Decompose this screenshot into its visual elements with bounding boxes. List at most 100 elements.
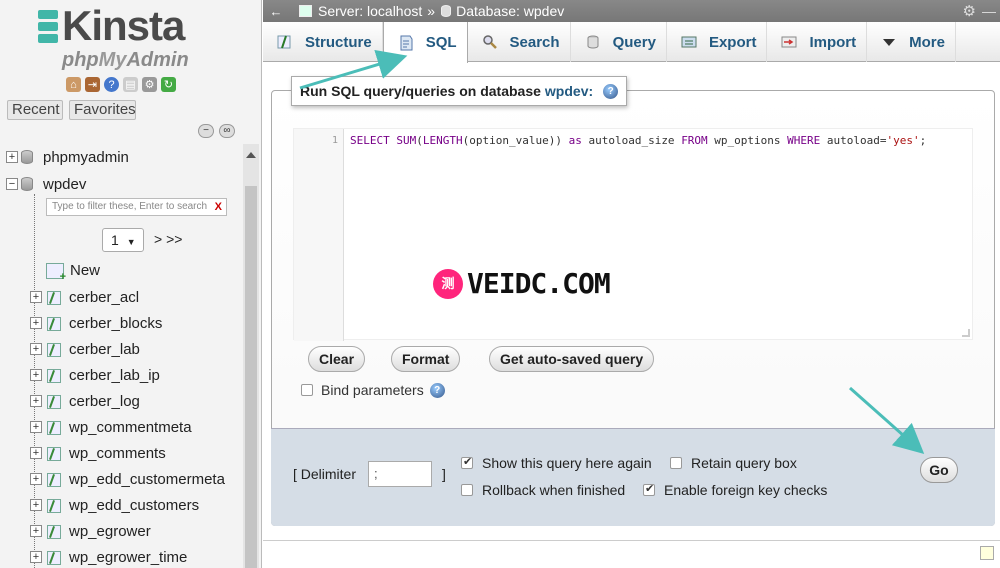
table-item[interactable]: + wp_egrower_time [30, 544, 261, 568]
dropdown-arrow-icon: ▼ [126, 237, 136, 247]
link-icon[interactable]: ∞ [219, 124, 235, 138]
table-item[interactable]: + wp_egrower [30, 518, 261, 544]
db-label: phpmyadmin [43, 148, 129, 166]
reload-icon[interactable]: ↻ [161, 77, 176, 92]
new-label: New [70, 262, 101, 279]
line-number: 1 [332, 135, 339, 146]
expand-icon[interactable]: + [30, 421, 42, 433]
help-icon[interactable]: ? [603, 83, 619, 99]
tab-search[interactable]: Search [468, 22, 571, 62]
home-icon[interactable]: ⌂ [66, 77, 81, 92]
table-item[interactable]: + wp_commentmeta [30, 414, 261, 440]
table-item[interactable]: + cerber_log [30, 388, 261, 414]
retain-query-checkbox[interactable] [670, 457, 682, 469]
legend-text: Run SQL query/queries on database [300, 83, 541, 99]
table-filter-input[interactable]: Type to filter these, Enter to search X [46, 198, 227, 216]
table-icon [45, 445, 63, 461]
get-autosaved-query-button[interactable]: Get auto-saved query [489, 346, 655, 372]
sql-editor[interactable]: 1 SELECT SUM(LENGTH(option_value)) as au… [293, 128, 973, 341]
expand-icon[interactable]: + [30, 291, 42, 303]
expand-icon[interactable]: + [30, 369, 42, 381]
tab-label: More [909, 33, 945, 51]
table-icon [45, 471, 63, 487]
bind-parameters-label: Bind parameters [321, 382, 424, 398]
table-item[interactable]: + wp_edd_customermeta [30, 466, 261, 492]
table-label: wp_edd_customermeta [69, 470, 225, 488]
delimiter-input[interactable]: ; [368, 461, 433, 487]
next-page-link[interactable]: > >> [154, 231, 182, 247]
clear-button[interactable]: Clear [308, 346, 366, 372]
sql-code[interactable]: SELECT SUM(LENGTH(option_value)) as auto… [350, 134, 926, 147]
tab-structure[interactable]: Structure [263, 22, 383, 62]
table-item[interactable]: + wp_edd_customers [30, 492, 261, 518]
format-button[interactable]: Format [391, 346, 461, 372]
page-select[interactable]: 1 ▼ [102, 228, 144, 252]
tab-import[interactable]: Import [767, 22, 868, 62]
legend-db-link[interactable]: wpdev: [545, 77, 593, 105]
clear-filter-icon[interactable]: X [215, 199, 222, 215]
collapse-icon[interactable]: − [6, 178, 18, 190]
table-label: wp_egrower_time [69, 548, 188, 566]
logo-my: My [98, 49, 127, 71]
docs-icon[interactable]: ▤ [123, 77, 138, 92]
expand-icon[interactable]: + [30, 317, 42, 329]
tab-more[interactable]: More [867, 22, 956, 62]
tree-db-phpmyadmin[interactable]: + phpmyadmin [6, 144, 249, 170]
table-label: cerber_lab [69, 340, 140, 358]
breadcrumb-server[interactable]: Server: localhost [318, 1, 422, 22]
table-label: cerber_lab_ip [69, 366, 160, 384]
sidebar-scrollbar[interactable] [243, 144, 259, 568]
resize-grip-icon[interactable] [962, 329, 970, 337]
phpmyadmin-logo[interactable]: phpMyAdmin [62, 49, 189, 72]
expand-icon[interactable]: + [30, 473, 42, 485]
table-label: wp_comments [69, 444, 166, 462]
table-item[interactable]: + cerber_blocks [30, 310, 261, 336]
scroll-up-icon[interactable] [246, 152, 256, 158]
delimiter-label: [ Delimiter [293, 466, 357, 482]
expand-icon[interactable]: + [30, 499, 42, 511]
kinsta-logo[interactable]: Kinsta [38, 4, 185, 48]
table-item[interactable]: + cerber_lab [30, 336, 261, 362]
scroll-thumb[interactable] [245, 186, 257, 568]
table-item[interactable]: + cerber_lab_ip [30, 362, 261, 388]
expand-icon[interactable]: + [30, 343, 42, 355]
minimize-icon[interactable]: — [982, 1, 996, 22]
expand-icon[interactable]: + [30, 525, 42, 537]
go-button[interactable]: Go [920, 457, 958, 483]
rollback-checkbox[interactable] [461, 484, 473, 496]
favorites-button[interactable]: Favorites [69, 100, 136, 120]
expand-icon[interactable]: + [30, 447, 42, 459]
help-icon[interactable]: ? [104, 77, 119, 92]
settings-icon[interactable]: ⚙ [142, 77, 157, 92]
recent-button[interactable]: Recent [7, 100, 63, 120]
expand-icon[interactable]: + [6, 151, 18, 163]
table-item[interactable]: + cerber_acl [30, 284, 261, 310]
tab-query[interactable]: Query [571, 22, 667, 62]
foreign-key-checkbox[interactable] [643, 482, 655, 496]
table-icon [45, 393, 63, 409]
back-arrow-icon[interactable]: ← [267, 1, 285, 22]
tree-db-wpdev[interactable]: − wpdev [6, 171, 249, 197]
expand-icon[interactable]: + [30, 395, 42, 407]
console-icon[interactable] [980, 546, 994, 560]
collapse-all-icon[interactable]: − [198, 124, 214, 138]
code-string: 'yes' [886, 134, 920, 147]
logout-icon[interactable]: ⇥ [85, 77, 100, 92]
chevron-down-icon [881, 34, 897, 50]
table-label: cerber_blocks [69, 314, 163, 332]
sidebar-toolbar: ⌂ ⇥ ? ▤ ⚙ ↻ [66, 77, 176, 92]
table-icon [45, 497, 63, 513]
gear-icon[interactable]: ⚙ [963, 1, 976, 22]
show-query-checkbox[interactable] [461, 455, 473, 469]
db-label: wpdev [43, 175, 87, 193]
tab-sql[interactable]: SQL [382, 22, 468, 63]
bind-parameters-checkbox[interactable] [301, 384, 313, 396]
new-table-link[interactable]: New [46, 262, 101, 283]
tab-export[interactable]: Export [667, 22, 768, 62]
expand-icon[interactable]: + [30, 551, 42, 563]
table-item[interactable]: + wp_comments [30, 440, 261, 466]
breadcrumb-database[interactable]: Database: wpdev [456, 1, 564, 22]
fn-length: LENGTH [422, 134, 463, 147]
watermark-badge-icon: 测 [433, 268, 463, 299]
help-icon[interactable]: ? [429, 382, 445, 398]
